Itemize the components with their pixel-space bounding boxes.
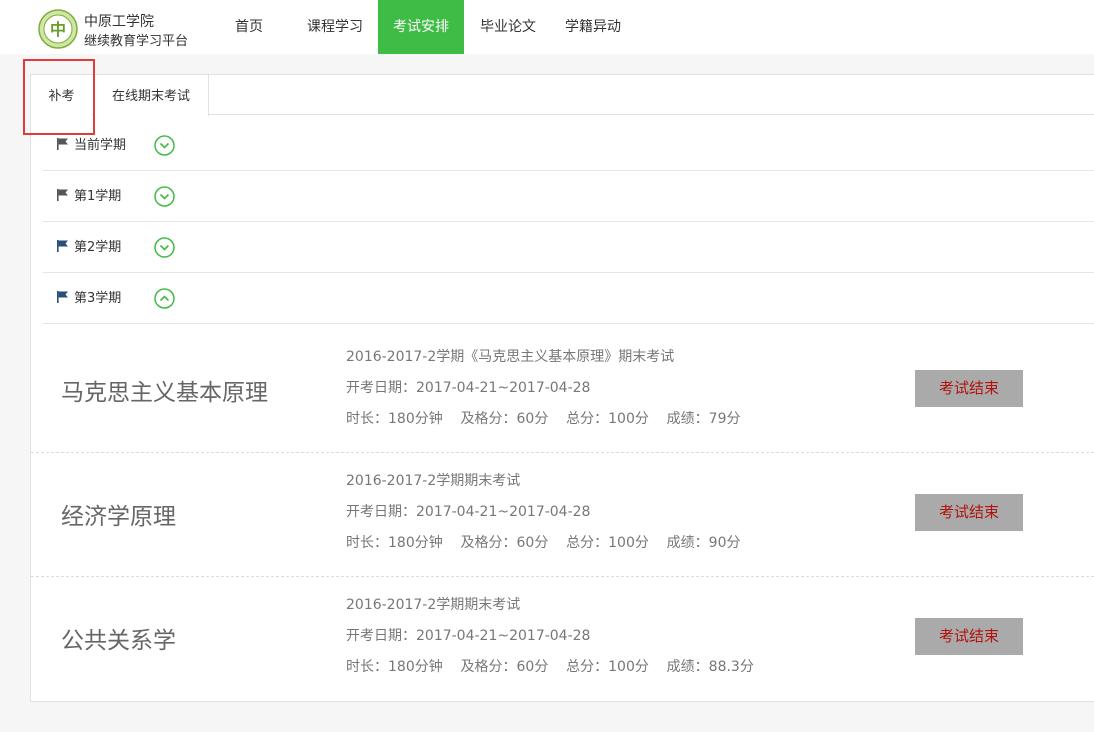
exam-date: 开考日期：2017-04-21~2017-04-28 [346,628,591,644]
chevron-down-circle-icon[interactable] [154,135,175,156]
chevron-down-circle-icon[interactable] [154,237,175,258]
exam-title: 2016-2017-2学期期末考试 [346,473,521,489]
nav-exam-schedule[interactable]: 考试安排 [378,0,464,54]
exam-row: 公共关系学 2016-2017-2学期期末考试 开考日期：2017-04-21~… [31,577,1094,701]
term-label: 第1学期 [74,189,122,204]
school-logo: 中 [38,9,78,49]
term-label: 第3学期 [74,291,122,306]
tab-online-final-exam[interactable]: 在线期末考试 [93,75,209,116]
svg-text:中: 中 [50,20,66,39]
tab-makeup-exam[interactable]: 补考 [31,75,92,116]
term-row-3[interactable]: 第3学期 [43,273,1094,324]
top-header: 中 中原工学院 继续教育学习平台 首页 课程学习 考试安排 毕业论文 学籍异动 [0,0,1094,54]
exam-info: 时长：180分钟 及格分：60分 总分：100分 成绩：79分 [346,411,741,427]
exam-ended-button[interactable]: 考试结束 [915,618,1023,655]
chevron-up-circle-icon[interactable] [154,288,175,309]
exam-date: 开考日期：2017-04-21~2017-04-28 [346,504,591,520]
flag-icon [57,291,68,303]
nav-enrollment-change[interactable]: 学籍异动 [551,0,635,54]
exam-course-name: 马克思主义基本原理 [61,380,268,406]
exam-row: 马克思主义基本原理 2016-2017-2学期《马克思主义基本原理》期末考试 开… [31,329,1094,453]
school-name: 中原工学院 [84,14,154,30]
exam-course-name: 经济学原理 [61,504,176,530]
term-label: 当前学期 [74,138,127,153]
flag-icon [57,189,68,201]
exam-info: 时长：180分钟 及格分：60分 总分：100分 成绩：88.3分 [346,659,754,675]
exam-title: 2016-2017-2学期《马克思主义基本原理》期末考试 [346,349,675,365]
exam-title: 2016-2017-2学期期末考试 [346,597,521,613]
exam-course-name: 公共关系学 [61,628,176,654]
exam-date: 开考日期：2017-04-21~2017-04-28 [346,380,591,396]
platform-name: 继续教育学习平台 [84,34,189,49]
chevron-down-circle-icon[interactable] [154,186,175,207]
term-row-current[interactable]: 当前学期 [43,120,1094,171]
nav-course-study[interactable]: 课程学习 [293,0,377,54]
flag-icon [57,240,68,252]
flag-icon [57,138,68,150]
nav-home[interactable]: 首页 [220,0,278,54]
exam-row: 经济学原理 2016-2017-2学期期末考试 开考日期：2017-04-21~… [31,453,1094,577]
exam-ended-button[interactable]: 考试结束 [915,370,1023,407]
term-row-1[interactable]: 第1学期 [43,171,1094,222]
exam-ended-button[interactable]: 考试结束 [915,494,1023,531]
term-label: 第2学期 [74,240,122,255]
nav-graduation-thesis[interactable]: 毕业论文 [465,0,551,54]
exam-info: 时长：180分钟 及格分：60分 总分：100分 成绩：90分 [346,535,741,551]
term-row-2[interactable]: 第2学期 [43,222,1094,273]
